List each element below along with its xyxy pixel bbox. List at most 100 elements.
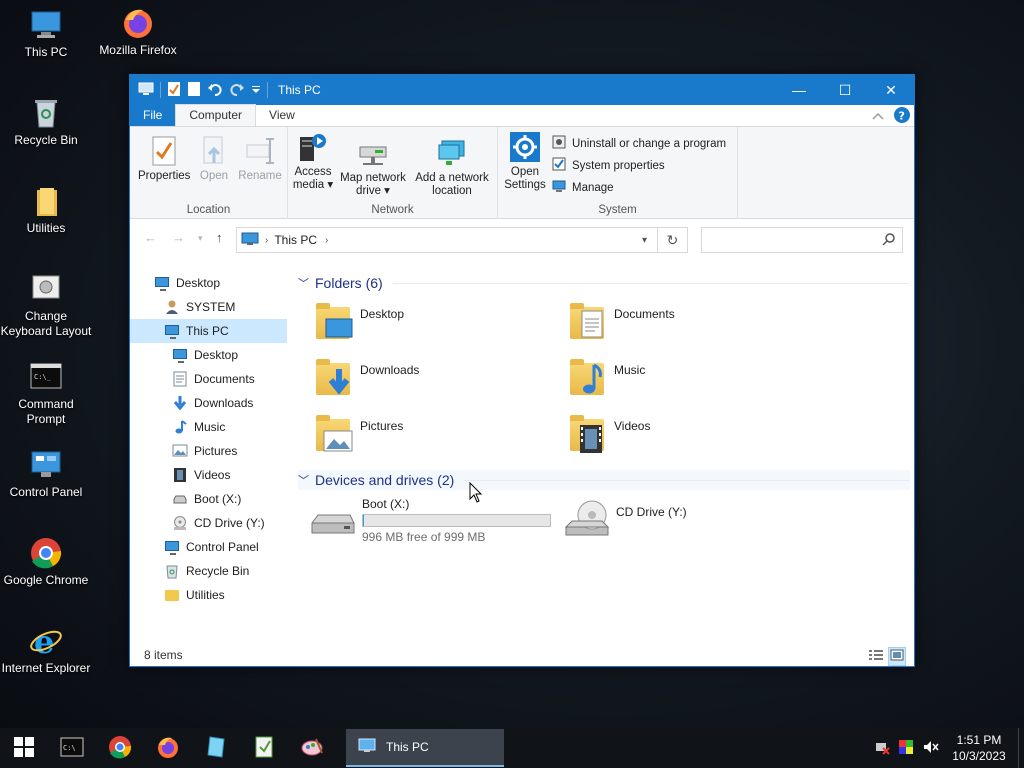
desktop-icon-this-pc[interactable]: This PC: [0, 8, 92, 60]
back-arrow-icon[interactable]: ←: [144, 230, 157, 245]
folder-pictures[interactable]: Pictures: [312, 413, 403, 457]
folder-videos[interactable]: Videos: [566, 413, 650, 457]
undo-icon[interactable]: [207, 82, 223, 99]
new-folder-quick-icon[interactable]: [187, 81, 201, 100]
breadcrumb-separator-icon[interactable]: ›: [325, 235, 328, 246]
refresh-button[interactable]: ↻: [657, 227, 688, 253]
tab-file[interactable]: File: [130, 104, 176, 126]
properties-quick-icon[interactable]: [167, 81, 181, 100]
system-tray: 1:51 PM 10/3/2023: [874, 728, 1024, 768]
desktop-icon-change-keyboard-layout[interactable]: Change Keyboard Layout: [0, 272, 92, 339]
up-arrow-icon[interactable]: ↑: [216, 230, 223, 245]
large-icons-view-icon[interactable]: [888, 647, 906, 666]
start-button[interactable]: [0, 728, 48, 768]
nav-item-downloads[interactable]: Downloads: [130, 391, 287, 415]
recent-locations-chevron-icon[interactable]: ▾: [198, 233, 203, 244]
settings-gear-icon: [509, 131, 541, 163]
drive-cd[interactable]: CD Drive (Y:): [562, 497, 687, 541]
tab-view[interactable]: View: [256, 105, 308, 126]
nav-item-system-user[interactable]: SYSTEM: [130, 295, 287, 319]
customize-toolbar-icon[interactable]: [251, 83, 261, 97]
details-view-icon[interactable]: [868, 648, 884, 665]
manage-button[interactable]: Manage: [552, 179, 614, 196]
terminal-icon: C:\: [60, 737, 84, 760]
show-desktop-button[interactable]: [1018, 728, 1024, 768]
folder-documents[interactable]: Documents: [566, 301, 675, 345]
nav-item-music[interactable]: Music: [130, 415, 287, 439]
nav-item-documents[interactable]: Documents: [130, 367, 287, 391]
uninstall-program-button[interactable]: Uninstall or change a program: [552, 135, 726, 152]
desktop-icon-google-chrome[interactable]: Google Chrome: [0, 536, 92, 588]
maximize-button[interactable]: ☐: [822, 75, 868, 105]
address-dropdown-icon[interactable]: ▾: [642, 235, 647, 246]
taskbar-app-paint[interactable]: [288, 728, 336, 768]
volume-muted-icon[interactable]: [922, 739, 940, 758]
refresh-icon: ↻: [666, 231, 679, 248]
desktop-icon-label: Change Keyboard Layout: [0, 309, 92, 338]
taskbar-command-prompt[interactable]: C:\: [48, 728, 96, 768]
divider: [464, 479, 910, 481]
rename-button[interactable]: Rename: [236, 135, 284, 183]
this-pc-icon: [241, 232, 259, 249]
nav-item-recycle-bin[interactable]: Recycle Bin: [130, 559, 287, 583]
search-input[interactable]: [701, 227, 903, 253]
ribbon-group-network: Access media ▾ Map network drive ▾ Add a…: [288, 127, 498, 219]
nav-item-desktop-sub[interactable]: Desktop: [130, 343, 287, 367]
map-network-drive-button[interactable]: Map network drive ▾: [338, 137, 408, 198]
nav-item-control-panel[interactable]: Control Panel: [130, 535, 287, 559]
breadcrumb-separator-icon[interactable]: ›: [265, 235, 268, 246]
open-settings-button[interactable]: Open Settings: [502, 131, 548, 192]
devices-group-header[interactable]: ﹀ Devices and drives (2): [298, 470, 910, 490]
nav-item-this-pc[interactable]: This PC: [130, 319, 287, 343]
drive-boot[interactable]: Boot (X:) 996 MB free of 999 MB: [308, 497, 551, 544]
desktop-icon-internet-explorer[interactable]: e Internet Explorer: [0, 623, 92, 676]
folders-group-header[interactable]: ﹀ Folders (6): [298, 275, 910, 291]
nav-item-desktop[interactable]: Desktop: [130, 271, 287, 295]
quick-access-toolbar: [130, 81, 268, 100]
taskbar-app-blue[interactable]: [192, 728, 240, 768]
this-pc-icon: [138, 82, 154, 99]
taskbar-app-notepad[interactable]: [240, 728, 288, 768]
taskbar-google-chrome[interactable]: [96, 728, 144, 768]
desktop-icon: [154, 275, 170, 291]
title-bar[interactable]: This PC — ☐ ✕: [130, 75, 914, 105]
help-icon[interactable]: ?: [894, 107, 910, 126]
content-pane: ﹀ Folders (6) Desktop Documents Download…: [292, 271, 914, 643]
address-field[interactable]: › This PC › ▾: [236, 227, 688, 253]
network-status-icon[interactable]: [874, 739, 890, 758]
color-display-icon[interactable]: [898, 739, 914, 758]
system-properties-button[interactable]: System properties: [552, 157, 665, 174]
desktop-icon-firefox[interactable]: Mozilla Firefox: [92, 6, 184, 58]
drive-usage-fill: [363, 515, 364, 526]
clock[interactable]: 1:51 PM 10/3/2023: [944, 732, 1014, 764]
folder-music[interactable]: Music: [566, 357, 645, 401]
open-button[interactable]: Open: [194, 135, 234, 183]
nav-item-pictures[interactable]: Pictures: [130, 439, 287, 463]
desktop-icon-command-prompt[interactable]: C:\_ Command Prompt: [0, 360, 92, 427]
access-media-button[interactable]: Access media ▾: [292, 131, 334, 192]
taskbar-this-pc-window[interactable]: This PC: [346, 729, 504, 767]
desktop-icon-recycle-bin[interactable]: Recycle Bin: [0, 96, 92, 148]
notepad-icon: [252, 735, 276, 762]
desktop-icon-control-panel[interactable]: Control Panel: [0, 448, 92, 500]
tab-computer[interactable]: Computer: [175, 104, 257, 126]
computer-icon: [29, 8, 63, 42]
breadcrumb-this-pc[interactable]: This PC: [274, 233, 317, 247]
collapse-ribbon-icon[interactable]: [872, 110, 884, 124]
ribbon-group-location: Properties Open Rename Location: [130, 127, 288, 219]
nav-item-cd-drive[interactable]: CD Drive (Y:): [130, 511, 287, 535]
redo-icon[interactable]: [229, 82, 245, 99]
folder-icon: [164, 587, 180, 603]
forward-arrow-icon[interactable]: →: [172, 230, 185, 245]
nav-item-utilities[interactable]: Utilities: [130, 583, 287, 607]
add-network-location-button[interactable]: Add a network location: [410, 137, 494, 198]
properties-button[interactable]: Properties: [138, 135, 190, 183]
folder-desktop[interactable]: Desktop: [312, 301, 404, 345]
minimize-button[interactable]: —: [776, 75, 822, 105]
folder-downloads[interactable]: Downloads: [312, 357, 419, 401]
nav-item-videos[interactable]: Videos: [130, 463, 287, 487]
taskbar-firefox[interactable]: [144, 728, 192, 768]
close-button[interactable]: ✕: [868, 75, 914, 105]
desktop-icon-utilities[interactable]: Utilities: [0, 184, 92, 236]
nav-item-boot-drive[interactable]: Boot (X:): [130, 487, 287, 511]
